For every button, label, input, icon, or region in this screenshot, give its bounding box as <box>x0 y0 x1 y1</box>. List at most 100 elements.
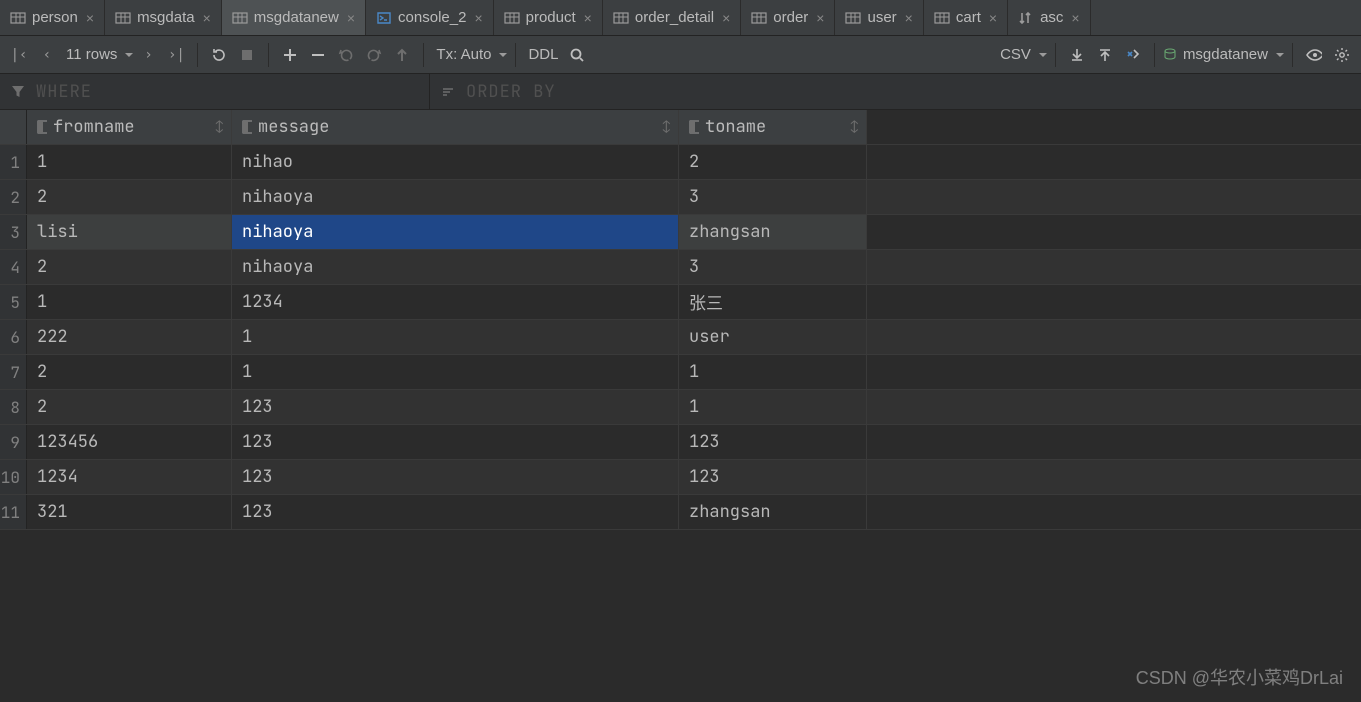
settings-button[interactable] <box>1329 42 1355 68</box>
compare-button[interactable] <box>1120 42 1146 68</box>
sort-indicator-icon[interactable]: ↕ <box>851 119 858 135</box>
prev-page-button[interactable]: ‹ <box>34 42 60 68</box>
where-filter[interactable]: WHERE <box>0 74 430 109</box>
cell-toname[interactable]: 1 <box>679 355 867 389</box>
cell-toname[interactable]: 张三 <box>679 285 867 319</box>
tab-order_detail[interactable]: order_detail× <box>603 0 741 35</box>
row-number[interactable]: 5 <box>0 285 27 319</box>
tab-msgdata[interactable]: msgdata× <box>105 0 222 35</box>
export-format-dropdown[interactable]: CSV <box>996 42 1047 68</box>
cell-toname[interactable]: zhangsan <box>679 495 867 529</box>
row-number[interactable]: 6 <box>0 320 27 354</box>
tab-msgdatanew[interactable]: msgdatanew× <box>222 0 366 35</box>
tab-product[interactable]: product× <box>494 0 603 35</box>
row-number[interactable]: 2 <box>0 180 27 214</box>
cell-message[interactable]: nihao <box>232 145 679 179</box>
close-icon[interactable]: × <box>720 10 732 26</box>
close-icon[interactable]: × <box>987 10 999 26</box>
cell-fromname[interactable]: 1 <box>27 145 232 179</box>
cell-fromname[interactable]: 1234 <box>27 460 232 494</box>
cell-message[interactable]: nihaoya <box>232 215 679 249</box>
cell-toname[interactable]: user <box>679 320 867 354</box>
close-icon[interactable]: × <box>201 10 213 26</box>
table-row[interactable]: 7211 <box>0 355 1361 390</box>
close-icon[interactable]: × <box>472 10 484 26</box>
ddl-button[interactable]: DDL <box>524 42 562 68</box>
tab-order[interactable]: order× <box>741 0 835 35</box>
cell-toname[interactable]: 123 <box>679 425 867 459</box>
cell-toname[interactable]: zhangsan <box>679 215 867 249</box>
next-page-button[interactable]: › <box>135 42 161 68</box>
orderby-filter[interactable]: ORDER BY <box>430 74 566 109</box>
delete-row-button[interactable] <box>305 42 331 68</box>
table-row[interactable]: 101234123123 <box>0 460 1361 495</box>
sort-indicator-icon[interactable]: ↕ <box>216 119 223 135</box>
cell-fromname[interactable]: 2 <box>27 355 232 389</box>
cell-fromname[interactable]: 2 <box>27 390 232 424</box>
stop-button[interactable] <box>234 42 260 68</box>
tab-console_2[interactable]: console_2× <box>366 0 494 35</box>
column-header-toname[interactable]: toname↕ <box>679 110 867 144</box>
cell-toname[interactable]: 3 <box>679 180 867 214</box>
revert-button[interactable] <box>333 42 359 68</box>
cell-message[interactable]: 123 <box>232 390 679 424</box>
tab-person[interactable]: person× <box>0 0 105 35</box>
row-number[interactable]: 9 <box>0 425 27 459</box>
close-icon[interactable]: × <box>814 10 826 26</box>
row-number[interactable]: 1 <box>0 145 27 179</box>
tx-mode-dropdown[interactable]: Tx: Auto <box>432 42 507 68</box>
reload-button[interactable] <box>206 42 232 68</box>
table-row[interactable]: 11nihao2 <box>0 145 1361 180</box>
cell-message[interactable]: 123 <box>232 460 679 494</box>
table-row[interactable]: 821231 <box>0 390 1361 425</box>
tab-cart[interactable]: cart× <box>924 0 1008 35</box>
close-icon[interactable]: × <box>582 10 594 26</box>
column-header-message[interactable]: message↕ <box>232 110 679 144</box>
cell-message[interactable]: 123 <box>232 495 679 529</box>
table-row[interactable]: 42nihaoya3 <box>0 250 1361 285</box>
commit-button[interactable] <box>361 42 387 68</box>
cell-toname[interactable]: 2 <box>679 145 867 179</box>
table-row[interactable]: 62221user <box>0 320 1361 355</box>
download-button[interactable] <box>1064 42 1090 68</box>
cell-toname[interactable]: 3 <box>679 250 867 284</box>
cell-message[interactable]: 1 <box>232 320 679 354</box>
row-number[interactable]: 4 <box>0 250 27 284</box>
row-count-dropdown[interactable]: 11 rows <box>62 42 133 68</box>
table-row[interactable]: 11321123zhangsan <box>0 495 1361 530</box>
datasource-dropdown[interactable]: msgdatanew <box>1163 42 1284 68</box>
add-row-button[interactable] <box>277 42 303 68</box>
search-button[interactable] <box>564 42 590 68</box>
close-icon[interactable]: × <box>345 10 357 26</box>
cell-message[interactable]: 1234 <box>232 285 679 319</box>
table-row[interactable]: 3lisinihaoyazhangsan <box>0 215 1361 250</box>
close-icon[interactable]: × <box>903 10 915 26</box>
cell-fromname[interactable]: 123456 <box>27 425 232 459</box>
cell-toname[interactable]: 1 <box>679 390 867 424</box>
row-number[interactable]: 8 <box>0 390 27 424</box>
cell-message[interactable]: 1 <box>232 355 679 389</box>
table-row[interactable]: 511234张三 <box>0 285 1361 320</box>
last-page-button[interactable]: ›| <box>163 42 189 68</box>
first-page-button[interactable]: |‹ <box>6 42 32 68</box>
upload-button[interactable] <box>1092 42 1118 68</box>
cell-fromname[interactable]: 222 <box>27 320 232 354</box>
cell-fromname[interactable]: 321 <box>27 495 232 529</box>
cell-message[interactable]: nihaoya <box>232 180 679 214</box>
cell-message[interactable]: nihaoya <box>232 250 679 284</box>
cell-message[interactable]: 123 <box>232 425 679 459</box>
submit-button[interactable] <box>389 42 415 68</box>
cell-fromname[interactable]: 2 <box>27 180 232 214</box>
close-icon[interactable]: × <box>84 10 96 26</box>
tab-user[interactable]: user× <box>835 0 923 35</box>
row-number[interactable]: 11 <box>0 495 27 529</box>
row-number[interactable]: 7 <box>0 355 27 389</box>
column-header-fromname[interactable]: fromname↕ <box>27 110 232 144</box>
cell-fromname[interactable]: lisi <box>27 215 232 249</box>
cell-fromname[interactable]: 1 <box>27 285 232 319</box>
cell-fromname[interactable]: 2 <box>27 250 232 284</box>
sort-indicator-icon[interactable]: ↕ <box>663 119 670 135</box>
view-button[interactable] <box>1301 42 1327 68</box>
table-row[interactable]: 9123456123123 <box>0 425 1361 460</box>
close-icon[interactable]: × <box>1069 10 1081 26</box>
